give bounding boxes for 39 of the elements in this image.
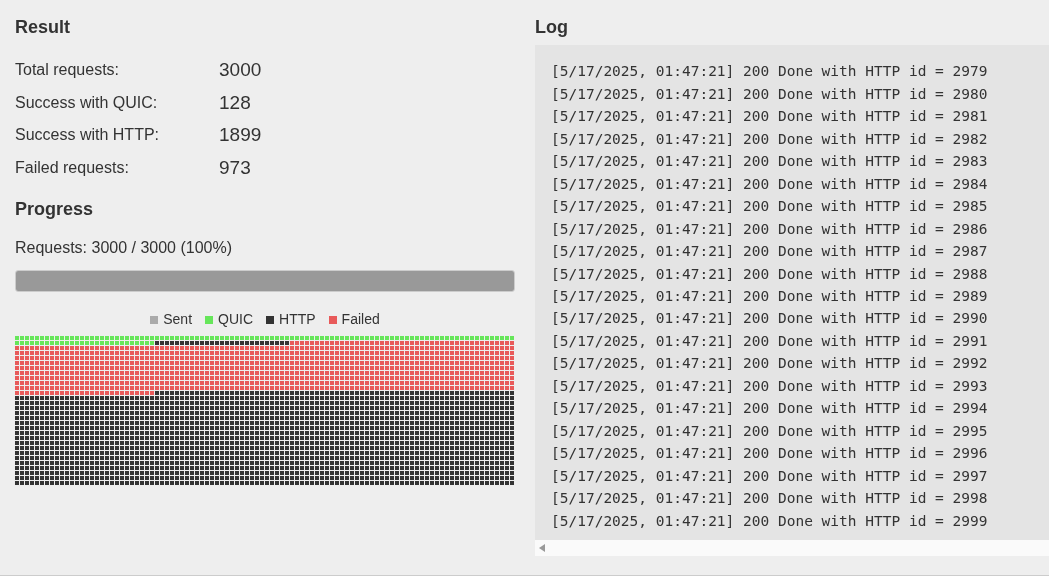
log-line: [5/17/2025, 01:47:21] 200 Done with HTTP id = 2999 <box>551 511 989 531</box>
section-title: Result <box>15 16 71 39</box>
legend-label: Sent <box>163 310 193 329</box>
log-line: [5/17/2025, 01:47:21] 200 Done with HTTP id = 2989 <box>551 287 989 306</box>
section-title: Progress <box>15 198 95 221</box>
legend-label: QUIC <box>218 310 254 329</box>
horizontal-scrollbar[interactable] <box>535 540 1049 556</box>
stat-label: Success with QUIC: <box>15 92 159 113</box>
stat-label: Success with HTTP: <box>15 125 161 146</box>
log-line: [5/17/2025, 01:47:21] 200 Done with HTTP id = 2994 <box>551 399 989 419</box>
log-line: [5/17/2025, 01:47:21] 200 Done with HTTP id = 2985 <box>551 197 989 217</box>
log-line: [5/17/2025, 01:47:21] 200 Done with HTTP id = 2980 <box>551 84 989 104</box>
log-line: [5/17/2025, 01:47:21] 200 Done with HTTP id = 2979 <box>551 62 989 82</box>
log-line: [5/17/2025, 01:47:21] 200 Done with HTTP id = 2990 <box>551 309 989 329</box>
log-line: [5/17/2025, 01:47:21] 200 Done with HTTP id = 2991 <box>551 331 989 351</box>
log-line: [5/17/2025, 01:47:21] 200 Done with HTTP id = 2992 <box>551 354 989 374</box>
log-line: [5/17/2025, 01:47:21] 200 Done with HTTP id = 2987 <box>551 242 989 262</box>
log-line: [5/17/2025, 01:47:21] 200 Done with HTTP id = 2995 <box>551 421 989 441</box>
section-title: Log <box>535 16 569 39</box>
progress-label: Requests: 3000 / 3000 (100%) <box>15 238 234 258</box>
stat-value: 1899 <box>219 123 262 147</box>
legend-label: Failed <box>341 310 380 329</box>
log-line: [5/17/2025, 01:47:21] 200 Done with HTTP id = 2983 <box>551 152 989 172</box>
stat-value: 973 <box>219 155 251 180</box>
log-line: [5/17/2025, 01:47:21] 200 Done with HTTP id = 2981 <box>551 107 989 127</box>
log-line: [5/17/2025, 01:47:21] 200 Done with HTTP id = 2998 <box>551 489 989 509</box>
log-line: [5/17/2025, 01:47:21] 200 Done with HTTP id = 2982 <box>551 129 989 149</box>
log-line: [5/17/2025, 01:47:21] 200 Done with HTTP id = 2986 <box>551 219 989 239</box>
stat-label: Failed requests: <box>15 157 130 178</box>
legend-label: HTTP <box>279 310 316 329</box>
stat-label: Total requests: <box>15 60 121 81</box>
stat-value: 128 <box>219 90 251 115</box>
log-line: [5/17/2025, 01:47:21] 200 Done with HTTP id = 2988 <box>551 264 989 284</box>
log-line: [5/17/2025, 01:47:21] 200 Done with HTTP id = 2993 <box>551 376 989 396</box>
log-line: [5/17/2025, 01:47:21] 200 Done with HTTP id = 2997 <box>551 466 989 486</box>
stat-value: 3000 <box>219 58 262 82</box>
log-line: [5/17/2025, 01:47:21] 200 Done with HTTP id = 2996 <box>551 444 989 464</box>
scroll-left-icon[interactable] <box>539 544 545 552</box>
log-line: [5/17/2025, 01:47:21] 200 Done with HTTP id = 2984 <box>551 174 989 194</box>
